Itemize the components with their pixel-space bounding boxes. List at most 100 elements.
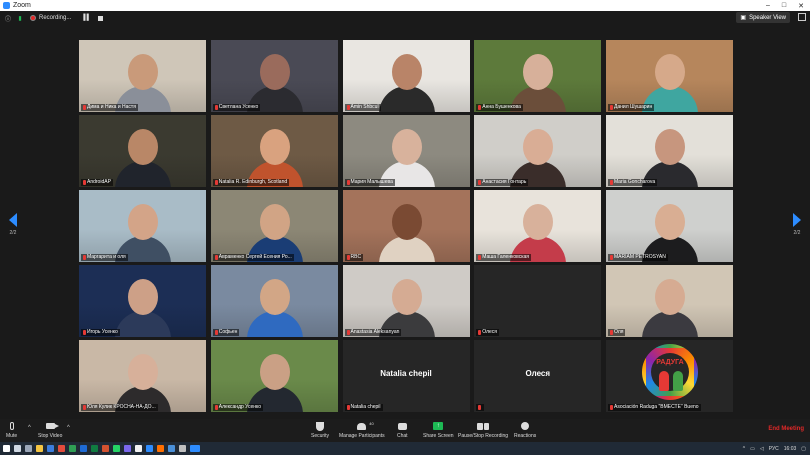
participant-name-tag: Оля (608, 329, 626, 336)
next-page-button[interactable]: 2/2 (786, 205, 808, 243)
reactions-button[interactable]: Reactions (514, 421, 536, 439)
app-icon-5[interactable] (157, 445, 164, 452)
muted-microphone-icon (610, 405, 613, 410)
participant-video (606, 40, 733, 112)
participant-face (128, 354, 158, 390)
app-icon-7[interactable] (179, 445, 186, 452)
window-titlebar: Zoom – □ ✕ (0, 0, 810, 11)
window-title: Zoom (13, 2, 31, 9)
participant-face (259, 129, 290, 165)
muted-microphone-icon (610, 180, 613, 185)
zoom-active-icon[interactable] (190, 445, 200, 452)
participant-tile[interactable]: Дима и Ника и Настя (79, 40, 206, 112)
tray-chevron-icon[interactable]: ^ (743, 446, 745, 452)
audio-options-caret-icon[interactable]: ^ (28, 425, 31, 431)
minimize-icon[interactable]: – (766, 2, 770, 10)
participant-name: Natalia chepil (350, 404, 381, 410)
mute-label: Mute (6, 433, 18, 439)
participant-face (523, 129, 554, 165)
language-indicator[interactable]: РУС (769, 446, 779, 452)
participant-tile[interactable]: Анна Бушенкова (474, 40, 602, 112)
participant-tile[interactable]: Maria Goncharova (606, 115, 733, 187)
muted-microphone-icon (478, 255, 482, 260)
end-meeting-button[interactable]: End Meeting (768, 426, 804, 432)
video-options-caret-icon[interactable]: ^ (67, 425, 70, 431)
close-icon[interactable]: ✕ (798, 2, 804, 10)
participant-tile[interactable]: Anastasia Aleksanyan (342, 265, 470, 337)
pause-recording-icon[interactable]: ▌▌ (83, 15, 90, 21)
participant-tile[interactable]: Олеся (474, 265, 602, 337)
participant-face (259, 279, 290, 315)
muted-microphone-icon (214, 105, 218, 110)
word-icon[interactable] (80, 445, 87, 452)
participant-tile[interactable]: Natalia R. Edinburgh, Scotland (210, 115, 338, 187)
app-icon-3[interactable] (124, 445, 131, 452)
participant-tile[interactable]: AndroidAP (79, 115, 206, 187)
pause-stop-recording-button[interactable]: Pause/Stop Recording (458, 421, 508, 439)
file-explorer-icon[interactable] (36, 445, 43, 452)
participant-tile[interactable]: Юля Кулик КРОСНА-НА-ДО... (79, 340, 206, 412)
participant-name-tag: Natalia chepil (344, 404, 383, 411)
zoom-taskbar-icon[interactable] (146, 445, 153, 452)
app-icon-4[interactable] (135, 445, 142, 452)
participant-tile[interactable]: Маргарита и оля (79, 190, 206, 262)
participant-tile[interactable]: MARIAM PETROSYAN (606, 190, 733, 262)
volume-icon[interactable]: ◁ (760, 446, 764, 452)
participant-tile[interactable]: Amin Shbcul (342, 40, 470, 112)
participant-name-tag: Anastasia Aleksanyan (344, 329, 402, 336)
previous-page-button[interactable]: 2/2 (2, 205, 24, 243)
mute-button[interactable]: Mute (6, 421, 17, 439)
raduga-logo: РАДУГА (642, 344, 698, 400)
windows-start-icon[interactable] (3, 445, 10, 452)
stop-recording-icon[interactable] (97, 15, 103, 21)
video-gallery: Дима и Ника и Настя Светлана Усенко Amin S… (79, 40, 733, 412)
chat-button[interactable]: Chat (397, 421, 408, 439)
participant-tile[interactable]: Natalia chepil Natalia chepil (342, 340, 470, 412)
task-view-icon[interactable] (25, 445, 32, 452)
participant-video (342, 265, 470, 337)
browser-icon[interactable] (47, 445, 54, 452)
participant-video (606, 190, 733, 262)
participant-tile[interactable]: Олеся (474, 340, 602, 412)
participant-video (474, 40, 602, 112)
participant-face (391, 129, 422, 165)
excel-icon[interactable] (91, 445, 98, 452)
fullscreen-icon[interactable] (798, 13, 806, 21)
security-button[interactable]: Security (311, 421, 329, 439)
app-icon-6[interactable] (168, 445, 175, 452)
maximize-icon[interactable]: □ (782, 2, 786, 10)
participant-name: Данил Шушарин (614, 104, 653, 110)
participant-name-tag (476, 404, 485, 411)
participant-tile[interactable]: Софьен (210, 265, 338, 337)
participant-tile[interactable]: Анастасия Гонтарь (474, 115, 602, 187)
powerpoint-icon[interactable] (102, 445, 109, 452)
encryption-lock-icon[interactable]: ▮ (16, 14, 24, 22)
participant-tile[interactable]: Игорь Усенко (79, 265, 206, 337)
clock[interactable]: 16:03 (784, 446, 797, 452)
participant-face (655, 279, 685, 315)
participant-tile[interactable]: Данил Шушарин (606, 40, 733, 112)
participant-tile[interactable]: РАДУГА Asociación Raduga "ВМЕСТЕ" Bueno (606, 340, 733, 412)
participant-tile[interactable]: Оля (606, 265, 733, 337)
participant-tile[interactable]: RBC (342, 190, 470, 262)
share-screen-button[interactable]: ↑ Share Screen (423, 421, 454, 439)
network-icon[interactable]: ▭ (750, 446, 755, 452)
info-icon[interactable]: ⓘ (4, 14, 12, 23)
manage-participants-button[interactable]: 40 Manage Participants (339, 421, 385, 439)
search-icon[interactable] (14, 445, 21, 452)
app-icon-2[interactable] (69, 445, 76, 452)
muted-microphone-icon (83, 105, 86, 110)
participant-video (79, 40, 206, 112)
app-icon-1[interactable] (58, 445, 65, 452)
stop-video-button[interactable]: Stop Video (38, 421, 62, 439)
participant-tile[interactable]: Мария Малышева (342, 115, 470, 187)
notifications-icon[interactable]: ▢ (801, 446, 806, 452)
participant-tile[interactable]: Авраменко Сергей Есения Ро... (210, 190, 338, 262)
participant-face (655, 129, 685, 165)
participant-tile[interactable]: Светлана Усенко (210, 40, 338, 112)
participant-tile[interactable]: Александр Усенко (210, 340, 338, 412)
whatsapp-icon[interactable] (113, 445, 120, 452)
participant-tile[interactable]: Маша Галенковская (474, 190, 602, 262)
muted-microphone-icon (346, 255, 350, 260)
speaker-view-button[interactable]: ▣ Speaker View (736, 12, 790, 23)
